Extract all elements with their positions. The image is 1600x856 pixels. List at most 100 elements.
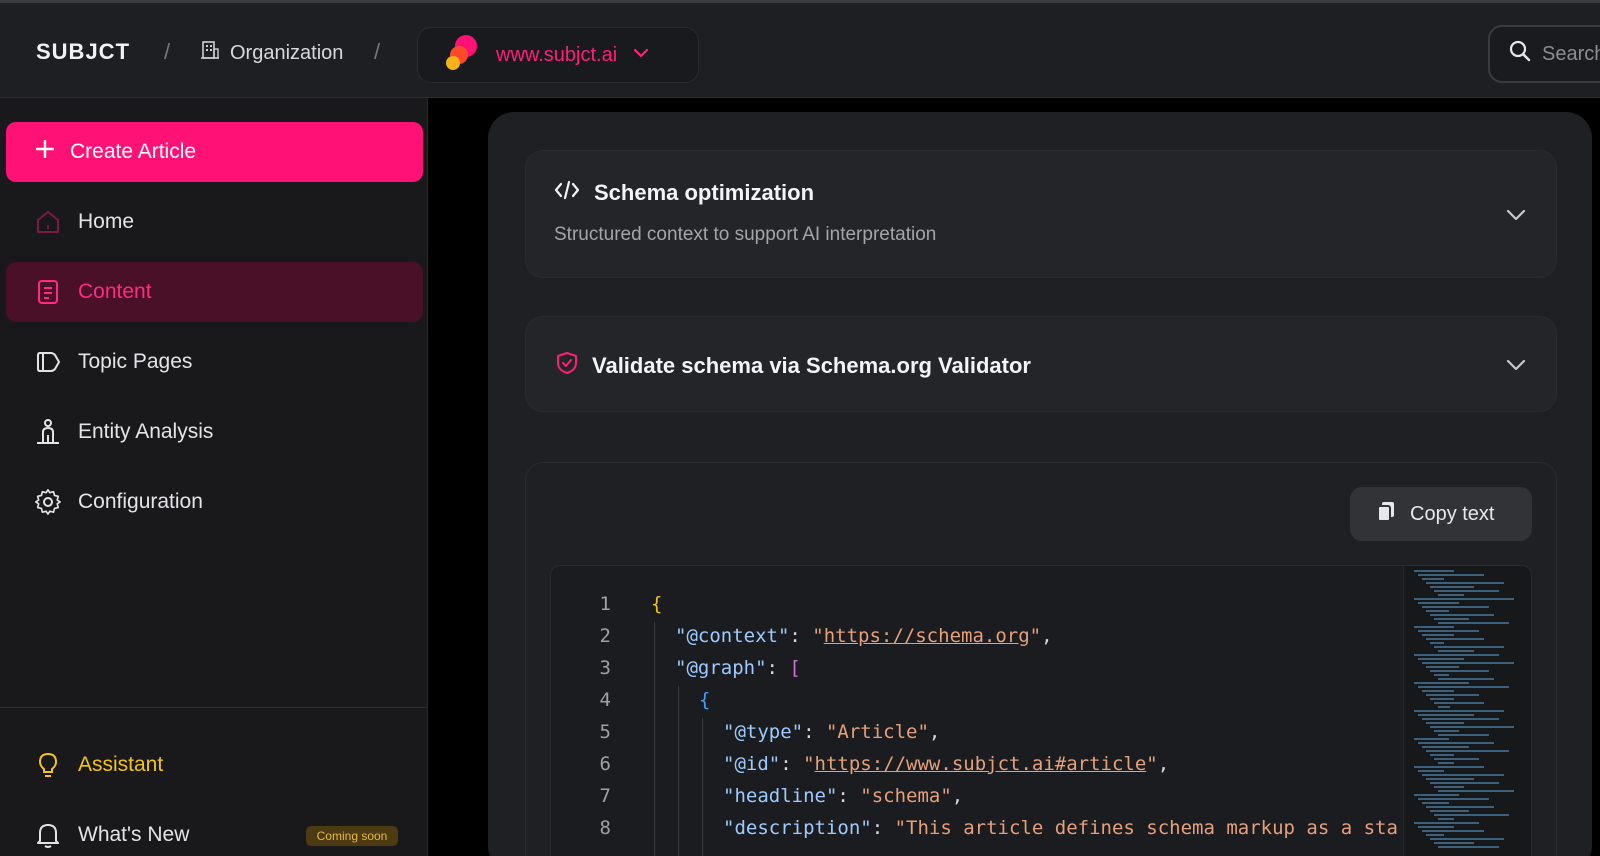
schema-card-header: Schema optimization <box>554 179 814 207</box>
minimap-line <box>1418 602 1459 604</box>
copy-text-button[interactable]: Copy text <box>1350 487 1532 541</box>
schema-optimization-card[interactable]: Schema optimization Structured context t… <box>525 150 1557 278</box>
sidebar-item-configuration[interactable]: Configuration <box>6 472 423 532</box>
breadcrumb-organization[interactable]: Organization <box>200 40 343 66</box>
minimap-line <box>1434 758 1479 760</box>
minimap-line <box>1426 750 1509 752</box>
top-bar: SUBJCT / Organization / www.subjct.ai Se… <box>0 0 1600 98</box>
minimap-line <box>1418 714 1474 716</box>
chevron-down-icon[interactable] <box>1504 203 1528 232</box>
coming-soon-badge: Coming soon <box>306 826 398 846</box>
minimap-line <box>1422 690 1454 692</box>
minimap-line <box>1422 718 1499 720</box>
minimap-line <box>1438 650 1474 652</box>
minimap-line <box>1414 682 1469 684</box>
search-icon <box>1508 39 1532 69</box>
tag-icon <box>34 348 62 376</box>
code-minimap[interactable] <box>1403 566 1531 856</box>
minimap-line <box>1414 766 1484 768</box>
minimap-line <box>1418 798 1489 800</box>
sidebar-item-entity-analysis[interactable]: Entity Analysis <box>6 402 423 462</box>
minimap-line <box>1438 734 1489 736</box>
gear-icon <box>34 488 62 516</box>
minimap-line <box>1434 590 1499 592</box>
create-article-button[interactable]: Create Article <box>6 122 423 182</box>
building-icon <box>200 40 220 66</box>
site-selector[interactable]: www.subjct.ai <box>417 27 699 83</box>
minimap-line <box>1438 762 1454 764</box>
search-input[interactable]: Search <box>1488 25 1600 83</box>
sidebar-item-content[interactable]: Content <box>6 262 423 322</box>
sidebar-item-label: Configuration <box>78 490 203 513</box>
minimap-line <box>1418 686 1509 688</box>
breadcrumb-separator: / <box>374 39 381 64</box>
minimap-line <box>1434 730 1459 732</box>
minimap-line <box>1418 658 1464 660</box>
minimap-line <box>1430 698 1454 700</box>
bell-icon <box>34 821 62 849</box>
minimap-line <box>1422 606 1489 608</box>
entity-icon <box>34 418 62 446</box>
code-icon <box>554 179 580 207</box>
minimap-line <box>1430 726 1514 728</box>
minimap-line <box>1422 802 1449 804</box>
minimap-line <box>1434 618 1469 620</box>
minimap-line <box>1426 638 1484 640</box>
minimap-line <box>1430 754 1454 756</box>
minimap-line <box>1426 666 1459 668</box>
sidebar-item-topic-pages[interactable]: Topic Pages <box>6 332 423 392</box>
minimap-line <box>1418 630 1479 632</box>
sidebar-item-assistant[interactable]: Assistant <box>6 735 423 795</box>
minimap-line <box>1414 626 1454 628</box>
brand-logo[interactable]: SUBJCT <box>36 39 130 65</box>
sidebar-item-label: Home <box>78 210 135 233</box>
lightbulb-icon <box>34 751 62 779</box>
minimap-line <box>1422 830 1484 832</box>
minimap-line <box>1434 814 1509 816</box>
minimap-line <box>1418 826 1454 828</box>
minimap-line <box>1414 738 1449 740</box>
minimap-line <box>1430 810 1469 812</box>
minimap-line <box>1434 786 1464 788</box>
minimap-line <box>1430 670 1489 672</box>
minimap-line <box>1430 838 1504 840</box>
validate-card-header: Validate schema via Schema.org Validator <box>556 351 1031 381</box>
minimap-line <box>1418 574 1484 576</box>
minimap-line <box>1414 598 1514 600</box>
minimap-line <box>1434 702 1484 704</box>
sidebar-item-home[interactable]: Home <box>6 192 423 252</box>
minimap-line <box>1414 710 1504 712</box>
minimap-line <box>1422 578 1444 580</box>
minimap-line <box>1434 674 1449 676</box>
home-icon <box>34 208 62 236</box>
minimap-line <box>1426 582 1504 584</box>
minimap-line <box>1434 646 1504 648</box>
schema-card-subtitle: Structured context to support AI interpr… <box>554 224 937 245</box>
create-article-label: Create Article <box>70 140 197 163</box>
minimap-line <box>1422 746 1469 748</box>
assistant-label: Assistant <box>78 753 164 776</box>
minimap-line <box>1426 778 1474 780</box>
minimap-line <box>1414 654 1499 656</box>
sidebar-item-label: Entity Analysis <box>78 420 214 443</box>
minimap-line <box>1414 822 1479 824</box>
minimap-line <box>1422 662 1514 664</box>
minimap-line <box>1438 790 1514 792</box>
sidebar-divider <box>0 707 428 708</box>
minimap-line <box>1426 610 1449 612</box>
whats-new-label: What's New <box>78 823 190 846</box>
minimap-line <box>1438 818 1454 820</box>
validate-schema-card[interactable]: Validate schema via Schema.org Validator <box>525 316 1557 412</box>
copy-text-label: Copy text <box>1410 502 1495 525</box>
minimap-line <box>1422 774 1504 776</box>
minimap-line <box>1422 634 1454 636</box>
code-editor[interactable]: 1 { 2 "@context": "https://schema.org", … <box>550 565 1532 856</box>
search-placeholder: Search <box>1542 42 1600 65</box>
chevron-down-icon[interactable] <box>1504 353 1528 382</box>
sidebar-item-label: Topic Pages <box>78 350 193 373</box>
minimap-line <box>1438 846 1499 848</box>
organization-label: Organization <box>230 41 344 64</box>
minimap-line <box>1430 642 1444 644</box>
minimap-line <box>1430 586 1474 588</box>
sidebar-item-label: Content <box>78 280 152 303</box>
